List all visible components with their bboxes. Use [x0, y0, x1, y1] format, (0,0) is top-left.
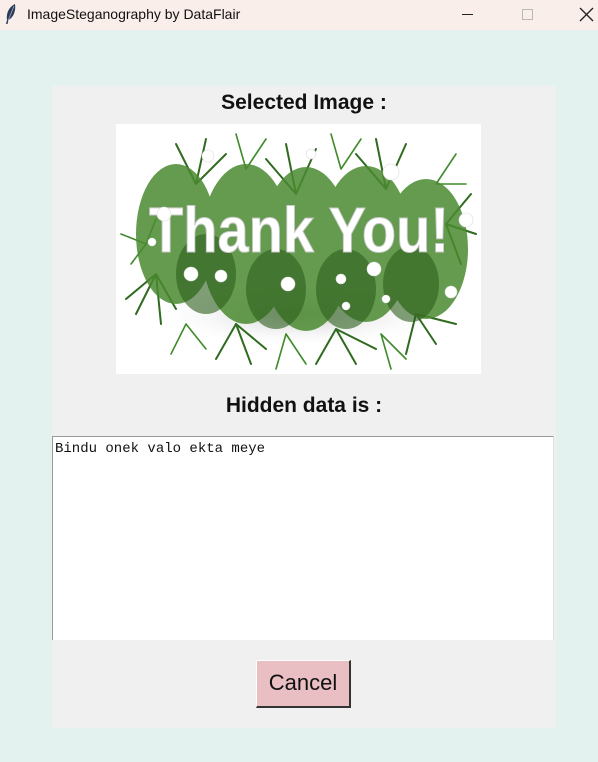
thank-you-image: Thank You!: [116, 124, 481, 374]
minimize-icon: [462, 14, 473, 15]
selected-image: Thank You!: [116, 124, 481, 374]
minimize-button[interactable]: [444, 0, 490, 30]
maximize-button[interactable]: [504, 0, 550, 30]
svg-text:Thank You!: Thank You!: [149, 194, 449, 266]
title-bar: ImageSteganography by DataFlair: [0, 0, 598, 30]
selected-image-heading: Selected Image :: [221, 91, 387, 114]
maximize-icon: [522, 9, 533, 20]
close-button[interactable]: [562, 0, 598, 30]
main-panel: Selected Image : Thank You! Hidden data …: [52, 86, 556, 728]
feather-icon: [4, 3, 18, 25]
hidden-data-heading: Hidden data is :: [225, 394, 383, 417]
hidden-data-textarea[interactable]: Bindu onek valo ekta meye: [52, 436, 554, 640]
window-title: ImageSteganography by DataFlair: [27, 6, 241, 22]
cancel-button[interactable]: Cancel: [256, 660, 351, 708]
close-icon: [579, 7, 594, 22]
